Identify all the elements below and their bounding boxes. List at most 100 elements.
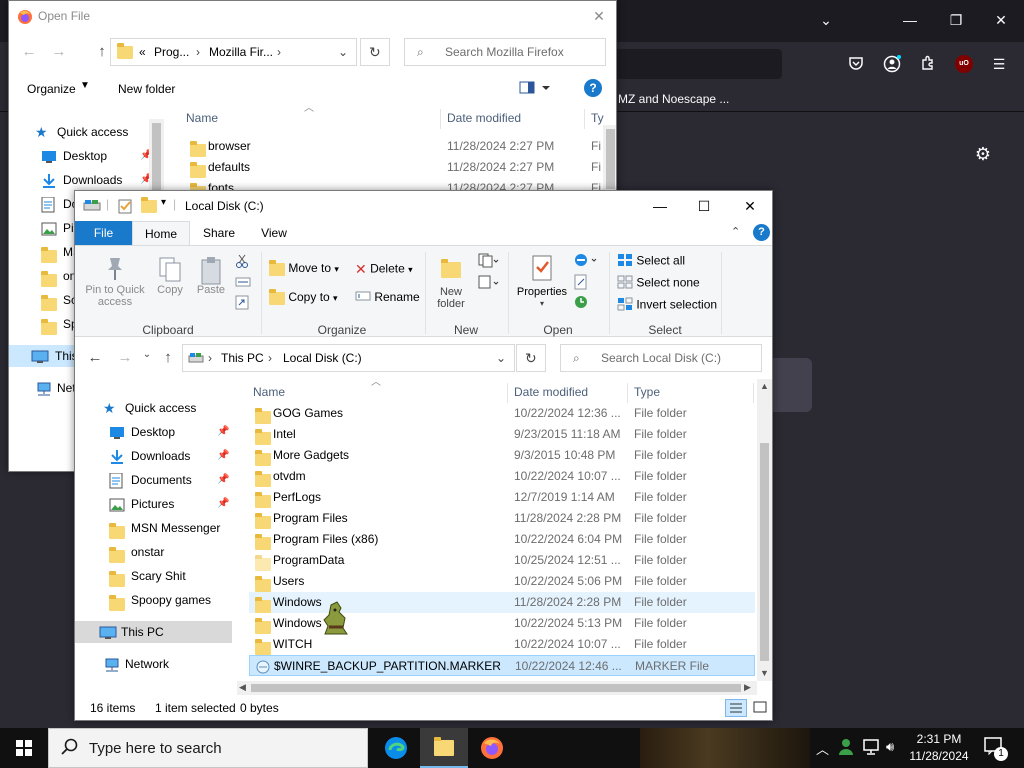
chevron-down-icon[interactable]: ⌄ <box>496 351 506 365</box>
table-row[interactable]: otvdm 10/22/2024 10:07 ... File folder <box>249 466 755 488</box>
new-folder-quick-icon[interactable] <box>141 197 157 214</box>
breadcrumb-segment[interactable]: Mozilla Fir... <box>209 45 273 59</box>
chevron-down-icon[interactable]: ⌄ <box>338 45 348 59</box>
cut-icon[interactable] <box>235 254 249 271</box>
copy-button[interactable]: Copy <box>153 256 187 296</box>
table-row[interactable]: Program Files (x86) 10/22/2024 6:04 PM Fil… <box>249 529 755 551</box>
show-hidden-icons-chevron[interactable]: ︿ <box>816 739 829 758</box>
help-icon[interactable]: ? <box>584 79 602 97</box>
view-options-icon[interactable] <box>519 81 553 98</box>
paste-button[interactable]: Paste <box>193 256 229 296</box>
forward-arrow-icon[interactable]: → <box>115 349 135 366</box>
taskbar-edge[interactable] <box>372 728 420 768</box>
history-icon[interactable] <box>573 294 589 313</box>
column-header-date[interactable]: Date modified <box>514 379 588 405</box>
firefox-urlbar[interactable] <box>610 49 782 79</box>
user-status-icon[interactable] <box>838 738 854 759</box>
nav-this-pc[interactable]: This PC <box>75 621 232 643</box>
move-to-button[interactable]: Move to ▾ <box>269 259 339 276</box>
back-arrow-icon[interactable]: ← <box>19 43 39 60</box>
account-icon[interactable] <box>883 55 901 73</box>
start-button[interactable] <box>0 728 48 768</box>
details-view-icon[interactable] <box>725 699 747 717</box>
taskbar-firefox[interactable] <box>468 728 516 768</box>
table-row[interactable]: ProgramData 10/25/2024 12:51 ... File fold… <box>249 550 755 572</box>
network-tray-icon[interactable] <box>862 738 880 759</box>
large-icons-view-icon[interactable] <box>751 699 771 717</box>
file-list-scrollbar[interactable]: ▲ ▼ <box>757 379 772 681</box>
recent-locations-icon[interactable]: ⌄ <box>137 349 157 360</box>
tab-share[interactable]: Share <box>193 221 245 245</box>
pocket-icon[interactable] <box>847 55 865 73</box>
rename-button[interactable]: Rename <box>355 290 420 305</box>
taskbar-search-box[interactable]: Type here to search <box>48 728 368 768</box>
open-with-icon[interactable] <box>573 252 599 271</box>
easy-access-icon[interactable] <box>477 274 499 293</box>
scroll-up-icon[interactable]: ▲ <box>760 381 769 391</box>
table-row[interactable]: defaults 11/28/2024 2:27 PM Fi <box>184 157 604 179</box>
scroll-down-icon[interactable]: ▼ <box>760 668 769 678</box>
select-none-button[interactable]: Select none <box>617 275 700 292</box>
table-row[interactable]: $WINRE_BACKUP_PARTITION.MARKER 10/22/2024… <box>249 655 755 676</box>
column-header-name[interactable]: Name <box>253 379 285 405</box>
breadcrumb-overflow[interactable]: « <box>139 45 146 59</box>
firefox-minimize-button[interactable]: — <box>900 12 920 28</box>
table-row[interactable]: Intel 9/23/2015 11:18 AM File folder <box>249 424 755 446</box>
settings-gear-icon[interactable]: ⚙ <box>973 144 993 164</box>
column-header-name[interactable]: Name <box>186 105 218 131</box>
up-arrow-icon[interactable]: ↑ <box>92 43 112 60</box>
file-list-hscrollbar-thumb[interactable] <box>251 684 741 692</box>
close-button[interactable]: ✕ <box>727 191 772 221</box>
firefox-tab-list-icon[interactable]: ⌄ <box>816 12 836 29</box>
minimize-button[interactable]: — <box>637 191 683 221</box>
column-divider[interactable] <box>753 383 754 403</box>
open-file-search-input[interactable]: ⌕ Search Mozilla Firefox <box>404 38 606 66</box>
back-arrow-icon[interactable]: ← <box>85 349 105 366</box>
column-header-date[interactable]: Date modified <box>447 105 521 131</box>
firefox-restore-button[interactable]: ❐ <box>946 12 966 29</box>
scroll-right-icon[interactable]: ▶ <box>744 682 751 693</box>
list-scrollbar-thumb[interactable] <box>606 129 615 189</box>
invert-selection-button[interactable]: Invert selection <box>617 297 717 314</box>
extensions-icon[interactable] <box>919 55 937 73</box>
breadcrumb-local-disk[interactable]: Local Disk (C:) <box>283 351 362 365</box>
firefox-close-button[interactable]: ✕ <box>991 12 1011 29</box>
open-file-close-button[interactable]: ✕ <box>579 1 616 31</box>
taskbar-clock[interactable]: 2:31 PM 11/28/2024 <box>904 731 974 765</box>
table-row[interactable]: GOG Games 10/22/2024 12:36 ... File folder <box>249 403 755 425</box>
tab-view[interactable]: View <box>248 221 300 245</box>
properties-button[interactable]: Properties ▾ <box>513 254 571 310</box>
collapse-ribbon-icon[interactable]: ⌃ <box>731 225 740 238</box>
organize-button[interactable]: Organize <box>27 82 76 96</box>
column-header-type[interactable]: Type <box>634 379 660 405</box>
column-divider[interactable] <box>440 109 441 129</box>
table-row[interactable]: Users 10/22/2024 5:06 PM File folder <box>249 571 755 593</box>
paste-shortcut-icon[interactable] <box>235 294 249 313</box>
column-divider[interactable] <box>584 109 585 129</box>
ublock-origin-icon[interactable]: uO <box>955 55 973 73</box>
delete-button[interactable]: ✕ Delete ▾ <box>355 261 413 278</box>
help-icon[interactable]: ? <box>753 224 770 241</box>
bookmark-item[interactable]: MZ and Noescape ... <box>618 92 729 106</box>
properties-check-icon[interactable] <box>118 198 132 217</box>
scroll-left-icon[interactable]: ◀ <box>239 682 246 693</box>
table-row[interactable]: browser 11/28/2024 2:27 PM Fi <box>184 136 604 158</box>
breadcrumb-this-pc[interactable]: This PC <box>221 351 264 365</box>
hamburger-menu-icon[interactable]: ☰ <box>990 55 1008 73</box>
copy-path-icon[interactable] <box>235 276 251 291</box>
customize-quick-access-icon[interactable]: ▾ <box>161 197 166 208</box>
pin-to-quick-access-button[interactable]: Pin to Quick access <box>83 256 147 308</box>
explorer-search-input[interactable]: ⌕ Search Local Disk (C:) <box>560 344 762 372</box>
tab-home[interactable]: Home <box>132 221 190 245</box>
table-row[interactable]: Program Files 11/28/2024 2:28 PM File fold… <box>249 508 755 530</box>
column-divider[interactable] <box>507 383 508 403</box>
new-folder-button[interactable]: New folder <box>431 254 471 310</box>
maximize-button[interactable]: ☐ <box>681 191 727 221</box>
explorer-address-bar[interactable]: › This PC › Local Disk (C:) ⌄ <box>182 344 515 372</box>
taskbar-file-explorer[interactable] <box>420 728 468 768</box>
table-row[interactable]: PerfLogs 12/7/2019 1:14 AM File folder <box>249 487 755 509</box>
open-file-address-bar[interactable]: « Prog... › Mozilla Fir... › ⌄ <box>110 38 357 66</box>
column-divider[interactable] <box>627 383 628 403</box>
copy-to-button[interactable]: Copy to ▾ <box>269 288 338 305</box>
file-list-hscrollbar[interactable]: ◀ ▶ <box>237 681 757 695</box>
